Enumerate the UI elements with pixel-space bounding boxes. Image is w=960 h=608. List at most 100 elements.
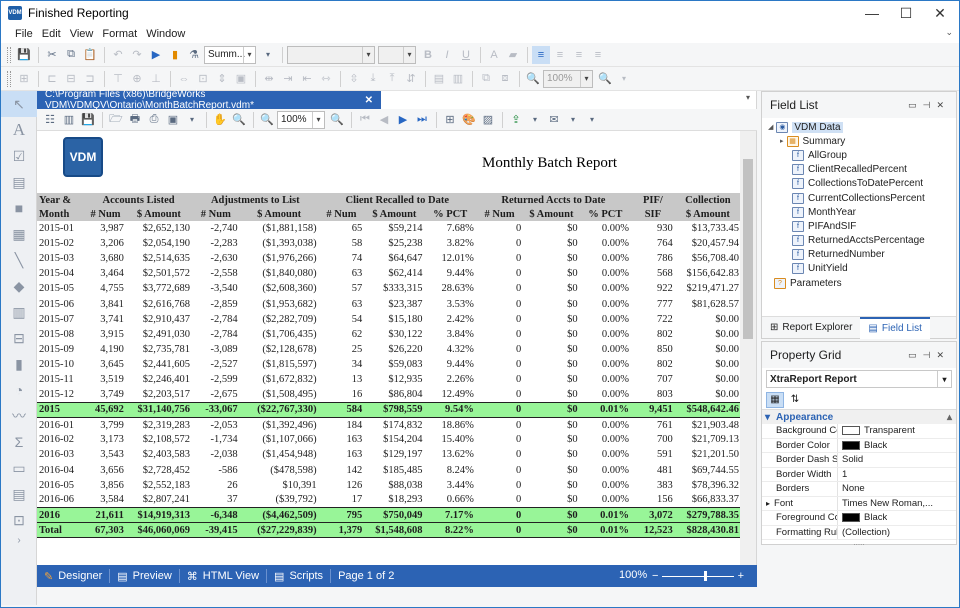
property-row[interactable]: ▸ Font Times New Roman,... [762,496,956,511]
magnifier-icon[interactable]: 🔍 [230,111,248,129]
page-setup-icon[interactable]: ▣ [164,111,182,129]
align-middles-icon[interactable]: ⊕ [128,70,146,88]
toolbar-grip[interactable] [7,46,11,63]
collapse-icon[interactable]: ◢ [768,123,773,131]
save-icon[interactable]: 💾 [15,46,33,64]
property-row[interactable]: Border Width 1 [762,467,956,482]
justify-icon[interactable]: ≡ [589,46,607,64]
center-horizontally-icon[interactable]: ▤ [430,70,448,88]
size-to-grid-icon[interactable]: ⊡ [194,70,212,88]
menu-format[interactable]: Format [102,28,137,40]
chevron-down-icon[interactable]: ▾ [243,46,255,63]
chevron-down-icon[interactable]: ▾ [183,111,201,129]
panel-buttons[interactable]: ▭⊣✕ [908,100,950,111]
subreport-tool-icon[interactable]: ▤ [1,481,37,507]
panel-buttons[interactable]: ▭⊣✕ [908,350,950,361]
align-tops-icon[interactable]: ⊤ [109,70,127,88]
sort-alpha-icon[interactable]: ⇅ [786,392,804,408]
database-icon[interactable]: ▮ [166,46,184,64]
sum-tool-icon[interactable]: Σ [1,429,37,455]
align-centers-icon[interactable]: ⊟ [62,70,80,88]
property-value[interactable]: (Collection) [838,527,890,538]
preview-tab[interactable]: ▤ Preview [110,569,180,583]
background-color-icon[interactable]: 🎨 [460,111,478,129]
align-bottoms-icon[interactable]: ⊥ [147,70,165,88]
property-row[interactable]: Borders None [762,482,956,497]
zoom-out-icon[interactable]: 🔍 [524,70,542,88]
back-color-icon[interactable]: ▰ [504,46,522,64]
scripts-tab[interactable]: ▤ Scripts [267,569,332,583]
field-item[interactable]: f MonthYear [766,205,956,219]
collapse-icon[interactable]: ▾ [765,412,770,423]
table-tool-icon[interactable]: ▦ [1,221,37,247]
zoom-combo[interactable]: 100% ▾ [543,69,593,88]
align-left-icon[interactable]: ≡ [532,45,550,64]
menu-file[interactable]: File [15,28,33,40]
chevron-down-icon[interactable]: ▾ [746,93,750,102]
panel-tool-icon[interactable]: ■ [1,195,37,221]
v-spacing-remove-icon[interactable]: ⇵ [402,70,420,88]
html-view-tab[interactable]: ⌘ HTML View [180,569,268,583]
first-page-icon[interactable]: ⏮ [356,111,374,129]
field-item[interactable]: f UnitYield [766,262,956,276]
property-value[interactable]: 1 [838,469,847,480]
field-item[interactable]: f AllGroup [766,148,956,162]
close-window-button[interactable]: ✕ [923,1,957,25]
gauge-tool-icon[interactable]: ◔ [1,377,37,403]
property-value[interactable]: Black [838,440,887,451]
object-selector[interactable]: XtraReport Report ▾ [766,370,952,388]
pointer-icon[interactable]: ↖ [1,91,37,117]
pagebreak-tool-icon[interactable]: ⊡ [1,507,37,533]
redo-icon[interactable]: ↷ [128,46,146,64]
paste-icon[interactable]: 📋 [81,46,99,64]
sparkline-tool-icon[interactable]: 〰 [1,403,37,429]
label-tool-icon[interactable]: A [1,117,37,143]
function-combo[interactable]: Summ... ▾ [204,45,256,64]
preview-zoom-combo[interactable]: 100% ▾ [277,110,325,129]
property-row[interactable]: Foreground Colo Black [762,511,956,526]
zoom-slider[interactable]: − + [652,569,744,583]
font-color-icon[interactable]: A [485,46,503,64]
chevron-down-icon[interactable]: ▾ [312,111,324,128]
field-item[interactable]: f ReturnedAcctsPercentage [766,234,956,248]
property-value[interactable]: Transparent [838,425,915,436]
menu-view[interactable]: View [70,28,94,40]
chevron-down-icon[interactable]: ▾ [937,371,951,387]
font-name-combo[interactable]: ▾ [287,45,375,64]
same-width-icon[interactable]: ⇔ [175,70,193,88]
zipcode-tool-icon[interactable]: ⊟ [1,325,37,351]
align-right-icon[interactable]: ≡ [570,46,588,64]
same-size-icon[interactable]: ▣ [232,70,250,88]
field-list-tab[interactable]: ▤ Field List [860,316,930,339]
chevron-right-icon[interactable]: › [1,533,37,547]
line-tool-icon[interactable]: ╲ [1,247,37,273]
chevron-down-icon[interactable]: ⌄ [945,27,953,38]
parameters-icon[interactable]: ▥ [60,111,78,129]
v-spacing-dec-icon[interactable]: ⤒ [383,70,401,88]
align-grid-icon[interactable]: ⊞ [15,70,33,88]
zoom-out-icon[interactable]: 🔍 [258,111,276,129]
field-item[interactable]: f ReturnedNumber [766,248,956,262]
send-to-back-icon[interactable]: ⧈ [496,70,514,88]
h-spacing-dec-icon[interactable]: ⇤ [298,70,316,88]
categorized-icon[interactable]: ▦ [766,391,784,408]
property-row[interactable]: Border Color Black [762,438,956,453]
chevron-down-icon[interactable]: ▾ [615,70,633,88]
same-height-icon[interactable]: ⇕ [213,70,231,88]
italic-icon[interactable]: I [438,46,456,64]
multiple-pages-icon[interactable]: ⊞ [441,111,459,129]
save-icon[interactable]: 💾 [79,111,97,129]
property-value[interactable]: Black [838,512,887,523]
chevron-down-icon[interactable]: ▾ [526,111,544,129]
align-rights-icon[interactable]: ⊐ [81,70,99,88]
plus-icon[interactable]: + [738,570,744,582]
h-spacing-inc-icon[interactable]: ⇥ [279,70,297,88]
resize-grip[interactable]: ..... [762,539,956,548]
copy-icon[interactable]: ⧉ [62,46,80,64]
chevron-down-icon[interactable]: ▾ [259,46,277,64]
barcode-tool-icon[interactable]: ▥ [1,299,37,325]
cut-icon[interactable]: ✂ [43,46,61,64]
property-value[interactable]: None [838,483,865,494]
align-center-icon[interactable]: ≡ [551,46,569,64]
chevron-down-icon[interactable]: ▾ [583,111,601,129]
